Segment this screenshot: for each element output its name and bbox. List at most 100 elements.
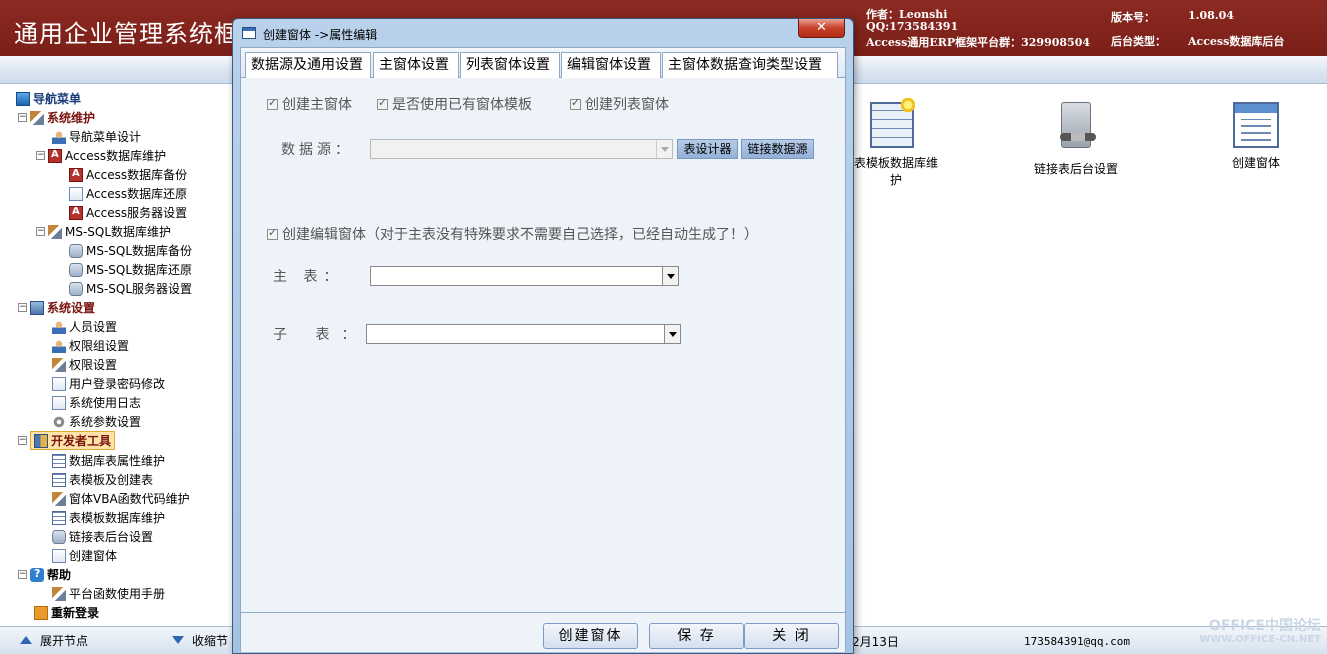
chevron-down-icon[interactable]	[664, 325, 680, 343]
collapse-icon[interactable]: −	[36, 151, 45, 160]
access-icon	[48, 148, 62, 163]
tree-label: 系统使用日志	[69, 396, 142, 410]
status-date: 2月13日	[852, 635, 899, 649]
tree-label: MS-SQL数据库维护	[65, 225, 172, 239]
tab-main-form[interactable]: 主窗体设置	[373, 52, 459, 78]
user-icon	[52, 129, 66, 144]
datasource-combo[interactable]	[370, 139, 673, 159]
collapse-icon[interactable]: −	[18, 303, 27, 312]
tree-item-table-template[interactable]: 表模板及创建表	[52, 470, 153, 489]
checkbox-checked-icon	[377, 96, 388, 110]
collapse-icon[interactable]: −	[36, 227, 45, 236]
create-edit-form-checkbox[interactable]: 创建编辑窗体（对于主表没有特殊要求不需要自己选择，已经自动生成了！）	[267, 224, 758, 244]
nav-tree[interactable]: 导航菜单 − 系统维护 导航菜单设计 − Access数据库维护 Access数…	[0, 86, 232, 626]
collapse-icon[interactable]: −	[18, 436, 27, 445]
tree-item-vba-code[interactable]: 窗体VBA函数代码维护	[52, 489, 190, 508]
tree-label: MS-SQL数据库备份	[86, 244, 193, 258]
save-button[interactable]: 保 存	[649, 623, 744, 649]
tree-item-nav-menu-design[interactable]: 导航菜单设计	[52, 127, 141, 146]
tree-item-function-manual[interactable]: 平台函数使用手册	[52, 584, 165, 603]
tree-node-developer-tools[interactable]: − 开发者工具	[18, 431, 116, 450]
collapse-nodes-button[interactable]: 收缩节	[172, 630, 228, 650]
create-list-form-checkbox[interactable]: 创建列表窗体	[570, 94, 669, 114]
tree-item-password-change[interactable]: 用户登录密码修改	[52, 374, 165, 393]
tree-node-access-maintenance[interactable]: − Access数据库维护	[36, 146, 166, 165]
form-icon	[52, 548, 66, 563]
tab-panel-datasource: 创建主窗体 是否使用已有窗体模板 创建列表窗体 数据源： 表设计器 链接数据源 …	[241, 78, 845, 612]
tree-item-access-restore[interactable]: Access数据库还原	[69, 184, 187, 203]
checkbox-label: 创建主窗体	[282, 97, 352, 113]
tile-link-backend[interactable]: 链接表后台设置	[1030, 102, 1122, 177]
backend-label: 后台类型：	[1111, 35, 1166, 48]
tools-icon	[30, 110, 44, 125]
close-dialog-button[interactable]: 关 闭	[744, 623, 839, 649]
tree-item-system-params[interactable]: 系统参数设置	[52, 412, 141, 431]
restore-icon	[69, 186, 83, 201]
tree-item-access-server[interactable]: Access服务器设置	[69, 203, 187, 222]
tree-label: MS-SQL数据库还原	[86, 263, 193, 277]
table-designer-button[interactable]: 表设计器	[677, 139, 738, 159]
close-button[interactable]: ✕	[798, 19, 845, 38]
status-email: 173584391@qq.com	[1024, 635, 1130, 648]
tree-item-usage-log[interactable]: 系统使用日志	[52, 393, 141, 412]
tab-list-form[interactable]: 列表窗体设置	[460, 52, 560, 78]
collapse-icon[interactable]: −	[18, 113, 27, 122]
tree-label: 系统维护	[47, 111, 96, 125]
tree-node-mssql-maintenance[interactable]: − MS-SQL数据库维护	[36, 222, 171, 241]
tree-item-table-properties[interactable]: 数据库表属性维护	[52, 451, 165, 470]
create-form-dialog: 创建窗体 ->属性编辑 ✕ 数据源及通用设置 主窗体设置 列表窗体设置 编辑窗体…	[232, 18, 854, 654]
access-icon	[69, 205, 83, 220]
tree-label: 导航菜单设计	[69, 130, 142, 144]
tree-node-system-settings[interactable]: − 系统设置	[18, 298, 95, 317]
main-table-combo[interactable]	[370, 266, 679, 286]
use-template-checkbox[interactable]: 是否使用已有窗体模板	[377, 94, 532, 114]
tree-item-permissions[interactable]: 权限设置	[52, 355, 117, 374]
tree-item-mssql-backup[interactable]: MS-SQL数据库备份	[69, 241, 192, 260]
dialog-titlebar[interactable]: 创建窗体 ->属性编辑 ✕	[233, 19, 853, 45]
dialog-title: 创建窗体 ->属性编辑	[263, 28, 378, 42]
chevron-down-icon[interactable]	[662, 267, 678, 285]
sub-table-label: 子 表：	[273, 327, 368, 343]
tab-edit-form[interactable]: 编辑窗体设置	[561, 52, 661, 78]
watermark-line1: OFFICE中国论坛	[1208, 618, 1321, 634]
tree-item-template-db[interactable]: 表模板数据库维护	[52, 508, 165, 527]
tree-node-relogin[interactable]: 重新登录	[34, 603, 99, 622]
system-settings-icon	[30, 300, 44, 315]
tree-label: 权限组设置	[69, 339, 130, 353]
tile-table-template-db[interactable]: 表模板数据库维护	[852, 98, 940, 188]
help-icon	[30, 567, 44, 582]
link-datasource-button[interactable]: 链接数据源	[741, 139, 814, 159]
developer-tools-icon	[34, 433, 48, 448]
tree-item-permission-group[interactable]: 权限组设置	[52, 336, 129, 355]
tree-item-mssql-server[interactable]: MS-SQL服务器设置	[69, 279, 192, 298]
tree-label: 系统参数设置	[69, 415, 142, 429]
tree-node-system-maintenance[interactable]: − 系统维护	[18, 108, 95, 127]
tree-item-access-backup[interactable]: Access数据库备份	[69, 165, 187, 184]
tree-node-help[interactable]: − 帮助	[18, 565, 71, 584]
chevron-down-icon[interactable]	[656, 140, 672, 158]
tree-label: 表模板数据库维护	[69, 511, 166, 525]
tab-datasource[interactable]: 数据源及通用设置	[245, 52, 371, 78]
create-main-form-checkbox[interactable]: 创建主窗体	[267, 94, 352, 114]
checkbox-label: 创建编辑窗体（对于主表没有特殊要求不需要自己选择，已经自动生成了！）	[282, 227, 758, 243]
create-form-button[interactable]: 创建窗体	[543, 623, 638, 649]
nav-root[interactable]: 导航菜单	[16, 89, 81, 108]
nav-root-label: 导航菜单	[33, 92, 82, 106]
expand-nodes-button[interactable]: 展开节点	[20, 630, 88, 650]
tree-item-create-form[interactable]: 创建窗体	[52, 546, 117, 565]
mssql-tools-icon	[48, 224, 62, 239]
collapse-icon[interactable]: −	[18, 570, 27, 579]
tree-label: 系统设置	[47, 301, 96, 315]
link-server-icon	[1060, 102, 1096, 148]
nav-tree-icon	[16, 91, 30, 106]
tile-create-form[interactable]: 创建窗体	[1224, 102, 1288, 171]
tree-label: 窗体VBA函数代码维护	[69, 492, 190, 506]
sub-table-combo[interactable]	[366, 324, 681, 344]
link-icon	[52, 529, 66, 544]
tile-label: 创建窗体	[1231, 156, 1280, 170]
tree-item-personnel[interactable]: 人员设置	[52, 317, 117, 336]
tab-query-type[interactable]: 主窗体数据查询类型设置	[662, 52, 838, 78]
tree-item-mssql-restore[interactable]: MS-SQL数据库还原	[69, 260, 192, 279]
tree-item-link-backend[interactable]: 链接表后台设置	[52, 527, 153, 546]
tree-label: 人员设置	[69, 320, 118, 334]
